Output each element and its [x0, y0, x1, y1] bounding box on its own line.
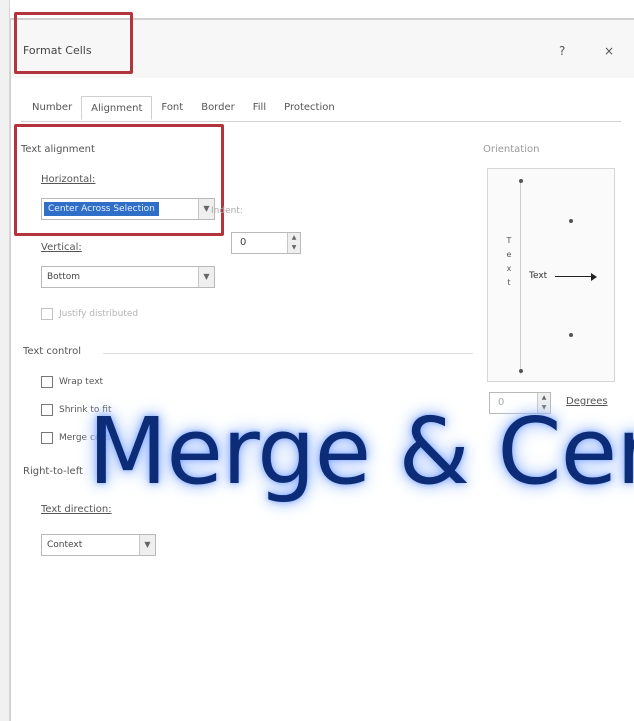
indent-spinner[interactable]: 0 ▲ ▼ — [231, 232, 301, 254]
tab-divider — [21, 121, 621, 122]
close-button[interactable]: × — [604, 44, 614, 58]
vertical-select-value: Bottom — [47, 272, 81, 282]
arrowhead-icon — [591, 273, 597, 281]
title-highlight-box — [14, 12, 133, 74]
vertical-select[interactable]: Bottom ▼ — [41, 266, 215, 288]
text-direction-value: Context — [47, 540, 83, 550]
orientation-section-label: Orientation — [483, 144, 540, 155]
orientation-panel[interactable]: T e x t Text — [487, 168, 615, 382]
spinner-arrows-icon[interactable]: ▲ ▼ — [287, 233, 300, 253]
tab-strip: Number Alignment Font Border Fill Protec… — [23, 96, 344, 122]
arrow-right-icon[interactable] — [555, 276, 593, 277]
section-divider — [103, 353, 473, 354]
dial-tick — [519, 369, 523, 373]
justify-distributed-label: Justify distributed — [59, 309, 139, 319]
format-cells-dialog: Format Cells ? × Number Alignment Font B… — [10, 12, 634, 721]
checkbox-box[interactable] — [41, 376, 53, 388]
tab-border[interactable]: Border — [192, 96, 244, 120]
checkbox-box[interactable] — [41, 308, 53, 320]
tab-protection[interactable]: Protection — [275, 96, 344, 120]
tab-alignment[interactable]: Alignment — [81, 96, 153, 120]
background-spreadsheet-strip — [0, 0, 10, 721]
tab-number[interactable]: Number — [23, 96, 81, 120]
help-button[interactable]: ? — [559, 44, 565, 58]
text-direction-select[interactable]: Context ▼ — [41, 534, 156, 556]
checkbox-box[interactable] — [41, 404, 53, 416]
merge-and-center-overlay-text: Merge & Cer — [88, 398, 634, 505]
chevron-down-icon[interactable]: ▼ — [139, 535, 155, 555]
dial-text-label: Text — [529, 271, 548, 281]
indent-label: Indent: — [211, 206, 243, 216]
dial-tick — [569, 219, 573, 223]
checkbox-box[interactable] — [41, 432, 53, 444]
dialog-titlebar: Format Cells ? × — [11, 12, 634, 78]
justify-distributed-checkbox[interactable]: Justify distributed — [41, 308, 138, 320]
text-alignment-highlight-box — [14, 124, 224, 236]
dial-tick — [519, 179, 523, 183]
tab-font[interactable]: Font — [152, 96, 192, 120]
dial-tick — [569, 333, 573, 337]
wrap-text-checkbox[interactable]: Wrap text — [41, 376, 103, 388]
text-control-section-label: Text control — [23, 346, 82, 357]
vertical-text-option[interactable]: T e x t — [506, 234, 512, 290]
text-direction-label: Text direction: — [41, 504, 112, 515]
tab-fill[interactable]: Fill — [244, 96, 275, 120]
right-to-left-section-label: Right-to-left — [23, 466, 83, 477]
chevron-down-icon[interactable]: ▼ — [198, 267, 214, 287]
orientation-dial[interactable]: Text — [519, 179, 602, 374]
vertical-label: Vertical: — [41, 242, 82, 253]
wrap-text-label: Wrap text — [59, 377, 104, 387]
indent-value: 0 — [240, 237, 247, 248]
